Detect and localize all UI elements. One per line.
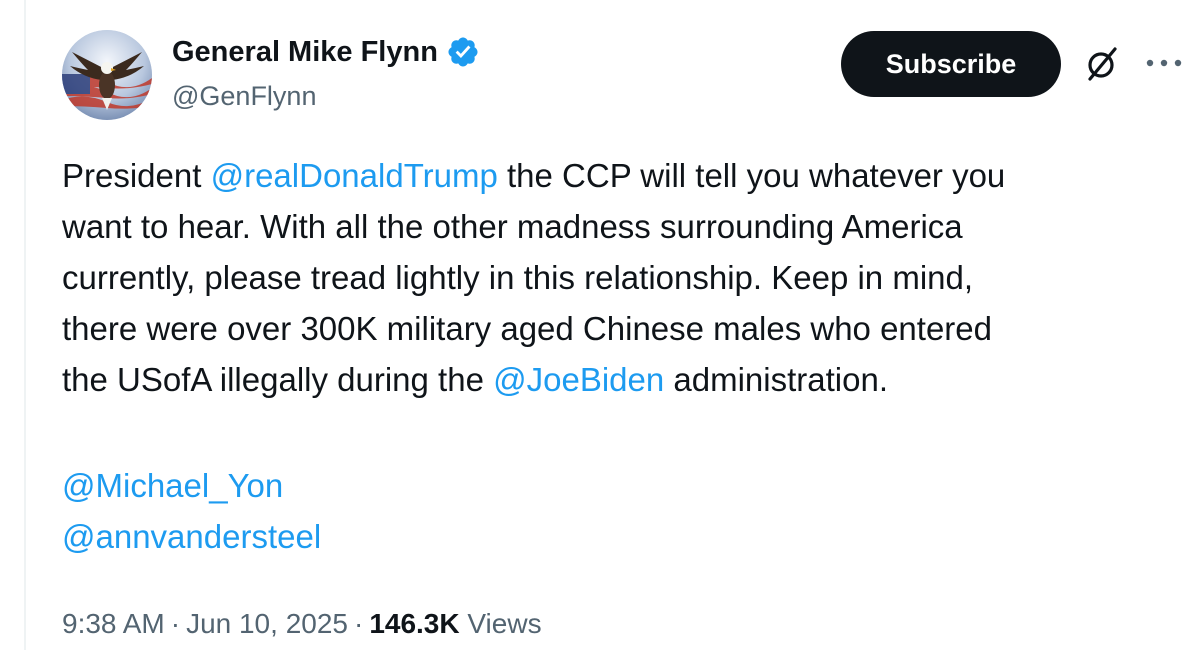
tweet-text-line-1: President @realDonaldTrump the CCP will … (62, 150, 1182, 201)
author-name-row: General Mike Flynn (172, 32, 480, 72)
tweet-mentions: @Michael_Yon @annvandersteel (62, 460, 321, 562)
author-avatar[interactable] (62, 30, 152, 120)
views-count: 146.3K (369, 608, 460, 639)
tweet-meta: 9:38 AM · Jun 10, 2025 · 146.3K Views (62, 604, 542, 644)
eagle-flag-avatar-icon (62, 30, 152, 120)
tweet-text-line-5: the USofA illegally during the @JoeBiden… (62, 354, 1182, 405)
author-display-name[interactable]: General Mike Flynn (172, 32, 438, 72)
tweet-text-line-2: want to hear. With all the other madness… (62, 208, 963, 245)
mention-link-michael-yon[interactable]: @Michael_Yon (62, 460, 321, 511)
tweet: General Mike Flynn @GenFlynn Subscribe P… (62, 0, 1192, 650)
grok-icon[interactable] (1082, 44, 1122, 84)
meta-separator: · (353, 608, 364, 639)
views-label: Views (467, 608, 542, 639)
tweet-text: President @realDonaldTrump the CCP will … (62, 150, 1182, 405)
verified-badge-icon[interactable] (446, 35, 480, 69)
tweet-text-line-3: currently, please tread lightly in this … (62, 259, 974, 296)
tweet-text-line-4: there were over 300K military aged Chine… (62, 310, 992, 347)
mention-link-annvandersteel[interactable]: @annvandersteel (62, 511, 321, 562)
author-handle[interactable]: @GenFlynn (172, 78, 316, 114)
meta-separator: · (170, 608, 181, 639)
column-divider (24, 0, 26, 650)
tweet-date[interactable]: Jun 10, 2025 (186, 608, 348, 639)
mention-link-realdonaldtrump[interactable]: @realDonaldTrump (211, 157, 498, 194)
tweet-text-segment: the CCP will tell you whatever you (497, 157, 1006, 194)
tweet-text-segment: the USofA illegally during the (62, 361, 494, 398)
tweet-time[interactable]: 9:38 AM (62, 608, 165, 639)
tweet-text-segment: President (62, 157, 211, 194)
subscribe-button[interactable]: Subscribe (841, 31, 1061, 97)
more-options-icon[interactable] (1142, 50, 1186, 76)
tweet-text-segment: administration. (664, 361, 888, 398)
mention-link-joebiden[interactable]: @JoeBiden (493, 361, 664, 398)
